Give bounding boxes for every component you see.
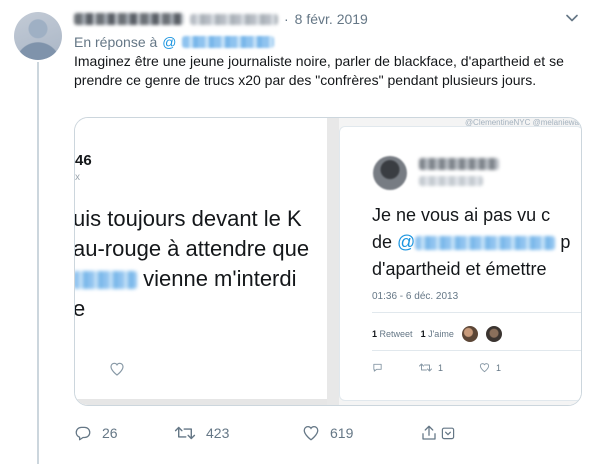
blurred-embedded-handle (419, 176, 483, 186)
share-button[interactable] (420, 424, 456, 442)
tweet-text: Imaginez être une jeune journaliste noir… (74, 53, 564, 88)
left-line-4: e (75, 294, 309, 324)
reply-count: 26 (102, 425, 118, 441)
reply-prefix: En réponse à (74, 34, 158, 50)
embedded-stats: 1 Retweet 1 J'aime (372, 326, 502, 342)
embedded-mention-at: @ (397, 232, 416, 252)
like-count: 619 (330, 425, 354, 441)
tweet-header: · 8 févr. 2019 (74, 10, 368, 28)
embedded-reply-action (372, 362, 383, 373)
retweet-icon (174, 426, 196, 440)
embedded-like-label: J'aime (428, 329, 454, 339)
embedded-like-count: 1 (420, 329, 426, 339)
heart-icon (109, 361, 125, 377)
media-attachment[interactable]: 46 x uis toujours devant le K au-rouge à… (74, 117, 582, 406)
reply-icon (373, 363, 382, 372)
retweet-button[interactable]: 423 (174, 424, 302, 442)
left-number: 46 (75, 152, 92, 169)
screenshot-left[interactable]: 46 x uis toujours devant le K au-rouge à… (75, 118, 327, 405)
left-line-2: au-rouge à attendre que (75, 236, 310, 261)
reply-icon (75, 426, 91, 441)
embedded-body-text: Je ne vous ai pas vu c de @ p d'aparthei… (372, 202, 570, 283)
blurred-embedded-name (419, 158, 499, 170)
heart-icon (479, 363, 490, 373)
blurred-mention (75, 271, 137, 290)
embedded-like-action-count: 1 (496, 362, 502, 373)
separator-dot: · (284, 11, 289, 27)
blurred-reply-mention[interactable] (181, 36, 274, 48)
reply-mention-at[interactable]: @ (162, 34, 176, 50)
panel-divider (327, 118, 339, 405)
screenshot-right[interactable]: @ClementineNYC @melaniewa Je ne vous ai … (339, 118, 581, 405)
heart-icon (303, 425, 319, 441)
share-icon (422, 425, 436, 440)
reply-context: En réponse à @ (74, 34, 274, 50)
left-line-3-suffix: vienne m'interdi (137, 266, 297, 291)
blurred-display-name[interactable] (74, 13, 184, 25)
embedded-avatar (373, 156, 407, 190)
like-button[interactable]: 619 (302, 424, 420, 442)
left-x-mark: x (75, 172, 80, 183)
tweet-date[interactable]: 8 févr. 2019 (295, 11, 368, 27)
chevron-down-icon[interactable] (566, 12, 578, 24)
left-bottom-strip (75, 399, 327, 405)
blurred-username[interactable] (190, 13, 278, 25)
embedded-retweet-label: Retweet (379, 329, 413, 339)
embedded-retweet-action: 1 (419, 362, 443, 373)
retweet-count: 423 (206, 425, 230, 441)
retweet-icon (419, 363, 432, 372)
reply-button[interactable]: 26 (74, 424, 174, 442)
embedded-retweet-count: 1 (372, 329, 378, 339)
embedded-line-3: d'apartheid et émettre (372, 259, 547, 279)
embedded-line-2: de @ p (372, 229, 570, 256)
mini-avatar-2 (485, 326, 502, 342)
embedded-timestamp: 01:36 - 6 déc. 2013 (372, 291, 459, 302)
mini-avatar-1 (461, 326, 478, 342)
left-line-3: vienne m'interdi (75, 264, 309, 294)
left-body-text: uis toujours devant le K au-rouge à atte… (75, 204, 309, 324)
embedded-retweet-action-count: 1 (438, 362, 444, 373)
embedded-line-2-prefix: de (372, 232, 398, 252)
blurred-embedded-mention (415, 236, 556, 251)
embedded-divider-2 (372, 350, 581, 351)
embedded-actions: 1 1 (372, 362, 501, 373)
avatar[interactable] (14, 12, 62, 60)
left-line-1: uis toujours devant le K (75, 206, 302, 231)
tweet-actions: 26 423 619 (74, 424, 456, 442)
embedded-line-2-suffix: p (555, 232, 571, 252)
embedded-line-1: Je ne vous ai pas vu c (372, 205, 551, 225)
thread-connector-line (37, 62, 39, 464)
chevron-down-icon (441, 427, 455, 440)
embedded-divider-1 (372, 312, 581, 313)
embedded-like-action: 1 (479, 362, 501, 373)
